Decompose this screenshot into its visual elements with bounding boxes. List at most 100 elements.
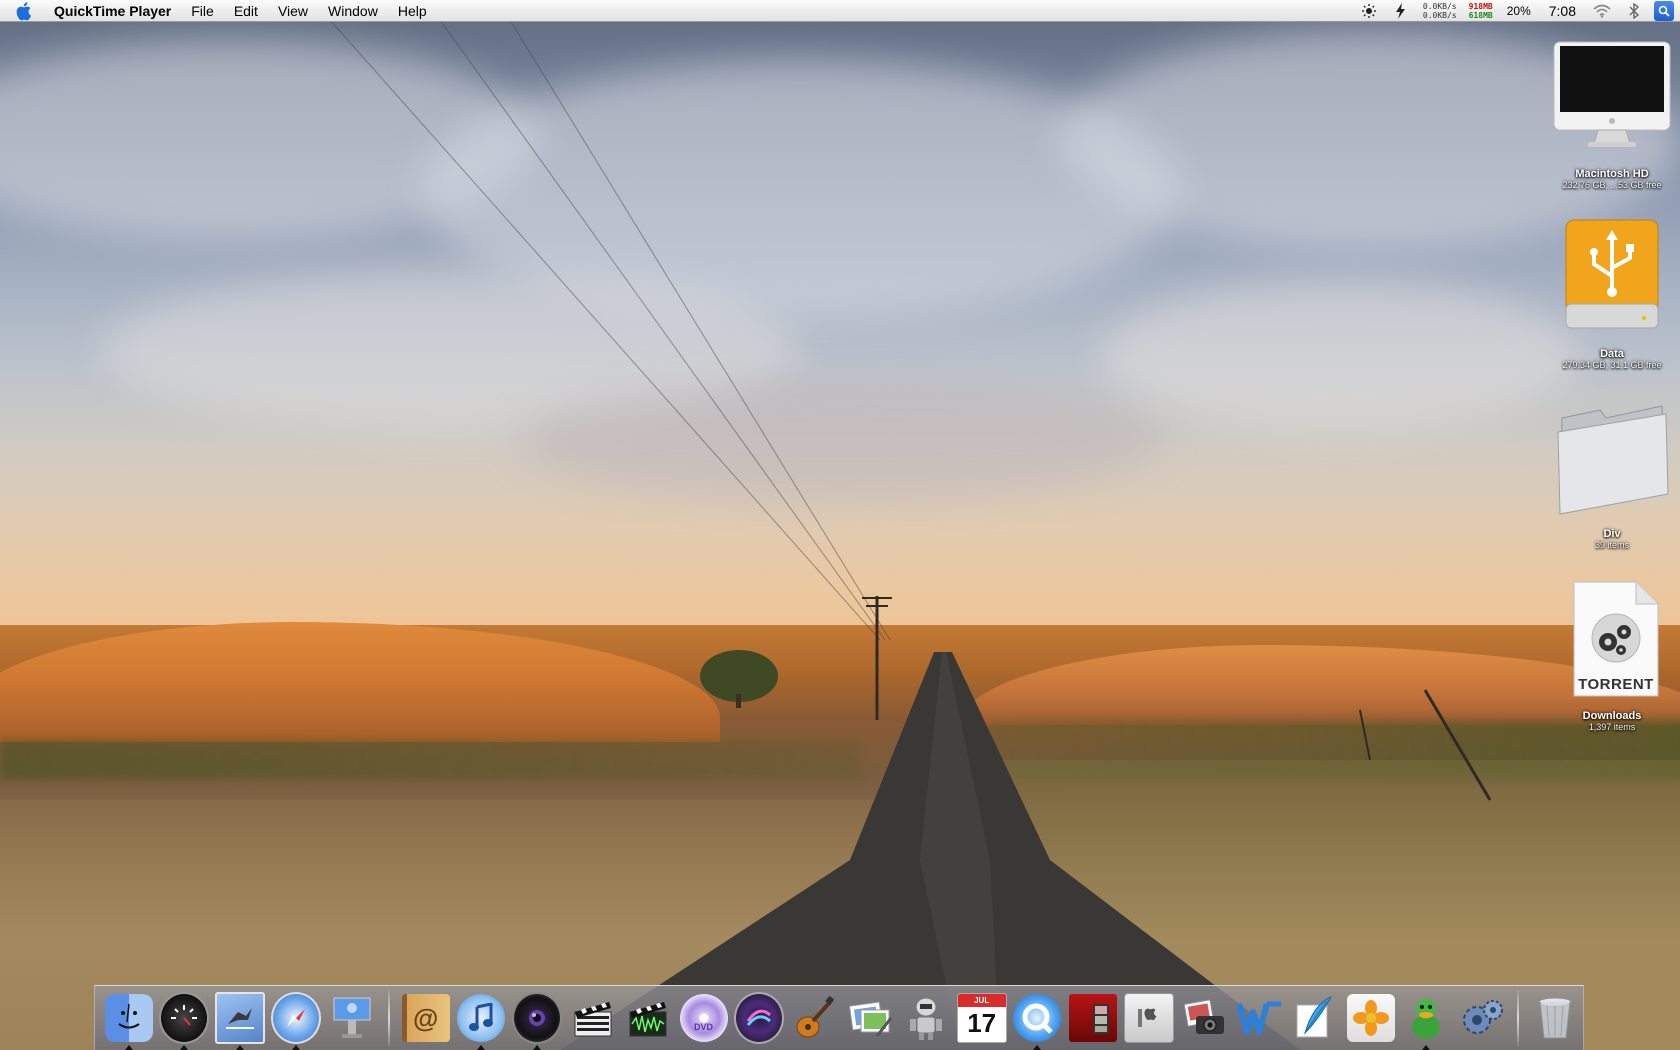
guitar-icon (791, 994, 839, 1042)
safari-compass-icon (271, 992, 322, 1044)
dock-item-transmission[interactable] (1457, 992, 1506, 1044)
desktop-icon-label: Macintosh HD (1575, 168, 1649, 180)
wallpaper-road (329, 19, 1492, 1050)
dock-item-dvd-studio-pro[interactable]: DVD (679, 992, 728, 1044)
quill-feather-icon (1291, 994, 1339, 1042)
dock-item-mail[interactable] (215, 992, 266, 1050)
dock-item-preview[interactable] (846, 992, 895, 1044)
dock-separator (387, 990, 390, 1046)
dock-item-trash[interactable] (1530, 992, 1579, 1044)
ical-month: JUL (957, 994, 1006, 1007)
folder-icon (1548, 398, 1676, 526)
menu-help[interactable]: Help (388, 0, 437, 22)
dock-item-adium[interactable] (1401, 992, 1450, 1050)
itunes-note-icon (457, 994, 506, 1042)
network-monitor[interactable]: 0.0KB/s 0.0KB/s (1423, 2, 1457, 20)
dock-item-garageband[interactable] (790, 992, 839, 1044)
dock-item-aperture[interactable] (511, 992, 562, 1050)
menu-window[interactable]: Window (318, 0, 388, 22)
wifi-icon[interactable] (1593, 2, 1611, 20)
apple-menu-icon[interactable] (16, 1, 36, 21)
brightness-icon[interactable] (1360, 2, 1378, 20)
menu-app-name[interactable]: QuickTime Player (50, 0, 181, 22)
keynote-podium-icon (328, 994, 376, 1042)
dock-item-soundtrack-pro[interactable] (623, 992, 672, 1044)
running-indicator (292, 1045, 301, 1050)
iphoto-flower-icon (1346, 994, 1395, 1042)
menu-bar: QuickTime Player File Edit View Window H… (0, 0, 1680, 22)
memory-used: 918MB (1468, 2, 1493, 11)
adium-duck-icon (1402, 994, 1450, 1042)
running-indicator (532, 1045, 541, 1050)
desktop-icon-label: Downloads (1582, 710, 1642, 722)
dock-item-address-book[interactable]: @ (401, 992, 450, 1044)
boot-camp-icon (1123, 993, 1174, 1043)
address-book-icon: @ (401, 994, 450, 1042)
desktop-icon-info: 1,397 items (1588, 722, 1636, 732)
torrent-file-icon: TORRENT (1548, 580, 1676, 708)
menu-file[interactable]: File (181, 0, 224, 22)
dock-item-motion[interactable] (734, 992, 785, 1044)
menu-clock[interactable]: 7:08 (1549, 3, 1576, 19)
dock-item-final-cut-pro[interactable] (568, 992, 617, 1044)
spotlight-icon[interactable] (1654, 1, 1674, 21)
desktop-icon-data[interactable]: Data 279.34 GB, 31.1 GB free (1542, 218, 1680, 370)
dock-item-dashboard[interactable] (159, 992, 210, 1050)
imac-icon (1548, 38, 1676, 166)
desktop-icon-macintosh-hd[interactable]: Macintosh HD 232.76 GB, ...53 GB free (1542, 38, 1680, 190)
bluetooth-icon[interactable] (1625, 2, 1643, 20)
memory-monitor[interactable]: 918MB 618MB (1469, 2, 1493, 20)
menu-extras: 0.0KB/s 0.0KB/s 918MB 618MB 20% 7:08 (1353, 0, 1680, 22)
dock: @ DVD JUL 17 (94, 985, 1584, 1050)
motion-swirl-icon (734, 992, 785, 1044)
dashboard-icon (159, 992, 210, 1044)
running-indicator (477, 1045, 486, 1050)
dock-item-safari[interactable] (271, 992, 322, 1050)
menu-edit[interactable]: Edit (224, 0, 268, 22)
quicktime-q-icon (1013, 994, 1062, 1042)
dock-item-iphoto[interactable] (1346, 992, 1395, 1044)
net-upload-rate: 0.0KB/s (1422, 2, 1457, 11)
clapperboard-icon (569, 994, 617, 1042)
torrent-badge: TORRENT (1578, 676, 1654, 693)
desktop-icon-info: 232.76 GB, ...53 GB free (1562, 180, 1662, 190)
clapperboard-waveform-icon (624, 994, 672, 1042)
battery-percentage[interactable]: 20% (1507, 4, 1531, 18)
desktop-icon-label: Data (1600, 348, 1624, 360)
desktop-icon-label: Div (1603, 528, 1621, 540)
dock-item-word[interactable] (1235, 992, 1284, 1044)
power-plug-icon[interactable] (1392, 2, 1410, 20)
dock-separator (1517, 990, 1520, 1046)
dock-item-photo-booth[interactable] (1068, 992, 1117, 1044)
dock-item-finder[interactable] (104, 992, 153, 1050)
running-indicator (1422, 1045, 1431, 1050)
desktop-icon-info: 279.34 GB, 31.1 GB free (1562, 360, 1662, 370)
dock-item-boot-camp[interactable] (1123, 992, 1174, 1044)
dock-item-keynote[interactable] (327, 992, 376, 1044)
photo-booth-curtain-icon (1068, 994, 1117, 1042)
aperture-lens-icon (511, 992, 562, 1044)
ical-calendar-icon: JUL 17 (956, 993, 1007, 1043)
running-indicator (236, 1045, 245, 1050)
ical-day: 17 (967, 1008, 997, 1038)
running-indicator (1033, 1045, 1042, 1050)
net-download-rate: 0.0KB/s (1422, 11, 1457, 20)
word-w-icon (1236, 994, 1284, 1042)
dock-item-scrivener[interactable] (1291, 992, 1340, 1044)
mail-stamp-icon (215, 992, 266, 1044)
dock-item-itunes[interactable] (456, 992, 506, 1050)
desktop-icon-info: 39 items (1594, 540, 1629, 550)
desktop-icon-div[interactable]: Div 39 items (1542, 398, 1680, 550)
automator-robot-icon (902, 994, 950, 1042)
desktop-wallpaper (0, 0, 1680, 1050)
dock-item-automator[interactable] (901, 992, 950, 1044)
dock-item-quicktime-player[interactable] (1013, 992, 1062, 1050)
menu-view[interactable]: View (268, 0, 318, 22)
usb-drive-icon (1548, 218, 1676, 346)
image-capture-camera-icon (1180, 994, 1228, 1042)
running-indicator (124, 1045, 133, 1050)
desktop-icon-downloads[interactable]: TORRENT Downloads 1,397 items (1542, 580, 1680, 732)
running-indicator (180, 1045, 189, 1050)
dock-item-ical[interactable]: JUL 17 (956, 992, 1007, 1044)
dock-item-image-capture[interactable] (1180, 992, 1229, 1044)
